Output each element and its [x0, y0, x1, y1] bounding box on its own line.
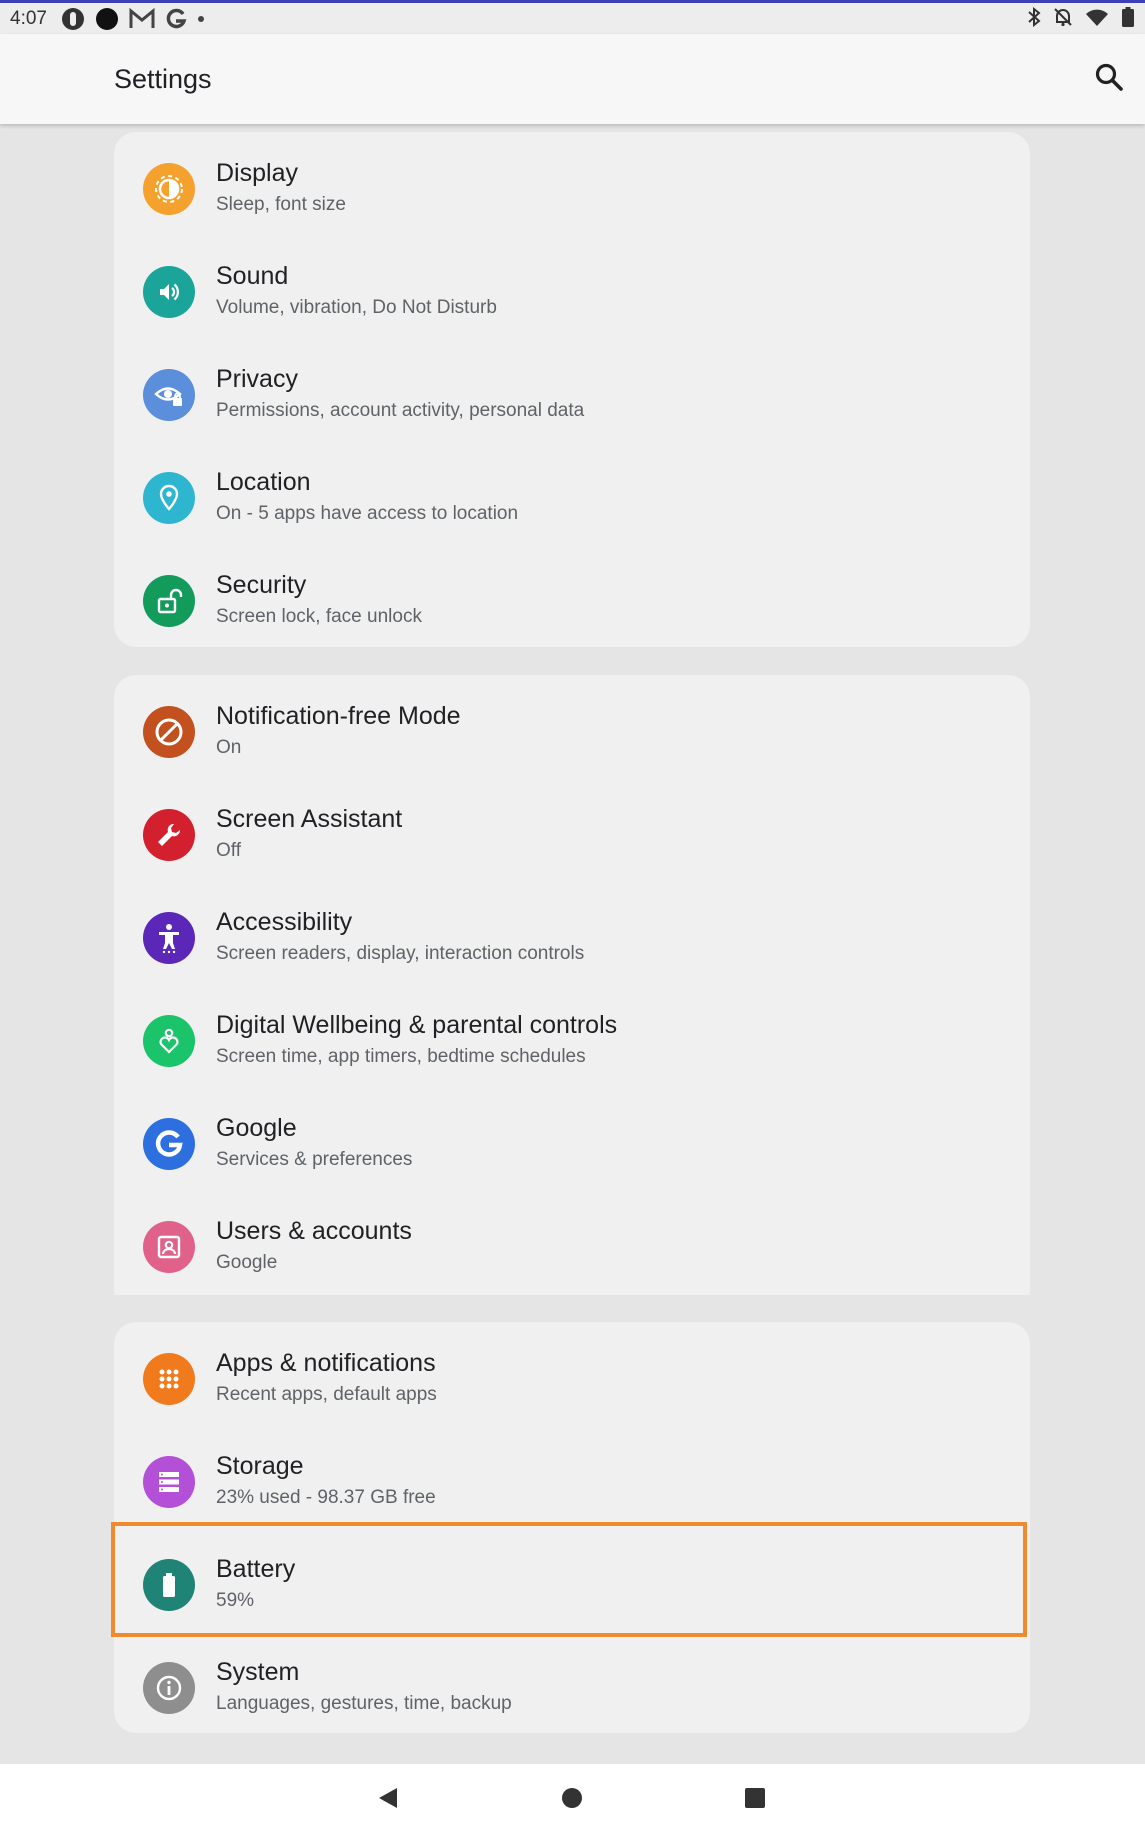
settings-item-title: Digital Wellbeing & parental controls: [216, 1011, 618, 1039]
settings-item-title: Storage: [216, 1452, 304, 1480]
settings-item-title: Screen Assistant: [216, 805, 403, 833]
settings-group-1: Display Sleep, font size Sound Volume, v…: [114, 132, 1030, 647]
settings-item-security[interactable]: Security Screen lock, face unlock: [114, 549, 1030, 652]
notification-app-icon: [61, 7, 85, 31]
settings-item-title: System: [216, 1658, 300, 1686]
users-icon: [143, 1221, 195, 1273]
settings-item-users-accounts[interactable]: Users & accounts Google: [114, 1195, 1030, 1298]
settings-item-title: Sound: [216, 262, 289, 290]
settings-item-display[interactable]: Display Sleep, font size: [114, 137, 1030, 240]
settings-item-title: Security: [216, 571, 307, 599]
app-bar: Settings: [0, 34, 1145, 124]
settings-item-subtitle: Services & preferences: [216, 1149, 413, 1170]
back-button[interactable]: [376, 1786, 400, 1815]
settings-item-subtitle: Off: [216, 840, 241, 861]
settings-item-accessibility[interactable]: Accessibility Screen readers, display, i…: [114, 886, 1030, 989]
search-button[interactable]: [1094, 62, 1128, 96]
settings-item-screen-assistant[interactable]: Screen Assistant Off: [114, 783, 1030, 886]
privacy-icon: [143, 369, 195, 421]
settings-item-system[interactable]: System Languages, gestures, time, backup: [114, 1636, 1030, 1739]
recents-icon: [745, 1788, 765, 1808]
settings-item-title: Notification-free Mode: [216, 702, 461, 730]
wellbeing-icon: [143, 1015, 195, 1067]
settings-item-subtitle: Screen time, app timers, bedtime schedul…: [216, 1046, 586, 1067]
google-icon: [143, 1118, 195, 1170]
search-icon: [1095, 63, 1123, 91]
settings-item-title: Location: [216, 468, 311, 496]
battery-highlight-box: [111, 1522, 1027, 1637]
back-icon: [379, 1788, 397, 1808]
location-icon: [143, 472, 195, 524]
settings-item-sound[interactable]: Sound Volume, vibration, Do Not Disturb: [114, 240, 1030, 343]
wifi-icon: [1085, 7, 1109, 33]
settings-item-apps-notifications[interactable]: Apps & notifications Recent apps, defaul…: [114, 1327, 1030, 1430]
settings-item-subtitle: On - 5 apps have access to location: [216, 503, 519, 524]
storage-icon: [143, 1456, 195, 1508]
settings-item-title: Privacy: [216, 365, 298, 393]
settings-item-subtitle: On: [216, 737, 242, 758]
settings-item-storage[interactable]: Storage 23% used - 98.37 GB free: [114, 1430, 1030, 1533]
bluetooth-icon: [1027, 6, 1041, 33]
settings-group-2: Notification-free Mode On Screen Assista…: [114, 675, 1030, 1295]
notifications-off-icon: [1053, 7, 1073, 33]
settings-item-subtitle: Sleep, font size: [216, 194, 346, 215]
recents-button[interactable]: [744, 1787, 766, 1814]
google-notification-icon: [165, 8, 187, 30]
info-icon: [143, 1662, 195, 1714]
display-icon: [143, 163, 195, 215]
settings-item-subtitle: Permissions, account activity, personal …: [216, 400, 585, 421]
gmail-icon: [129, 7, 155, 30]
settings-item-subtitle: Google: [216, 1252, 278, 1273]
sound-icon: [143, 266, 195, 318]
status-bar: 4:07: [0, 0, 1145, 34]
settings-list[interactable]: Display Sleep, font size Sound Volume, v…: [0, 124, 1145, 1764]
notification-dot-icon: [95, 7, 119, 31]
battery-status-icon: [1121, 6, 1135, 34]
settings-item-privacy[interactable]: Privacy Permissions, account activity, p…: [114, 343, 1030, 446]
accessibility-icon: [143, 912, 195, 964]
settings-item-subtitle: Languages, gestures, time, backup: [216, 1693, 512, 1714]
settings-item-subtitle: 23% used - 98.37 GB free: [216, 1487, 436, 1508]
settings-item-title: Users & accounts: [216, 1217, 412, 1245]
settings-item-title: Google: [216, 1114, 297, 1142]
settings-item-title: Display: [216, 159, 298, 187]
page-title: Settings: [114, 64, 212, 94]
settings-item-subtitle: Recent apps, default apps: [216, 1384, 437, 1405]
settings-item-title: Accessibility: [216, 908, 353, 936]
settings-item-notification-free-mode[interactable]: Notification-free Mode On: [114, 680, 1030, 783]
settings-item-subtitle: Screen lock, face unlock: [216, 606, 422, 627]
home-icon: [562, 1788, 582, 1808]
settings-item-digital-wellbeing[interactable]: Digital Wellbeing & parental controls Sc…: [114, 989, 1030, 1092]
wrench-icon: [143, 809, 195, 861]
security-icon: [143, 575, 195, 627]
settings-item-subtitle: Screen readers, display, interaction con…: [216, 943, 585, 964]
navigation-bar: [0, 1764, 1145, 1832]
more-notifications-dot-icon: [197, 15, 205, 23]
apps-icon: [143, 1353, 195, 1405]
settings-item-location[interactable]: Location On - 5 apps have access to loca…: [114, 446, 1030, 549]
do-not-disturb-icon: [143, 706, 195, 758]
settings-item-google[interactable]: Google Services & preferences: [114, 1092, 1030, 1195]
settings-item-title: Apps & notifications: [216, 1349, 436, 1377]
settings-item-subtitle: Volume, vibration, Do Not Disturb: [216, 297, 497, 318]
home-button[interactable]: [561, 1787, 583, 1814]
status-time: 4:07: [10, 7, 47, 29]
